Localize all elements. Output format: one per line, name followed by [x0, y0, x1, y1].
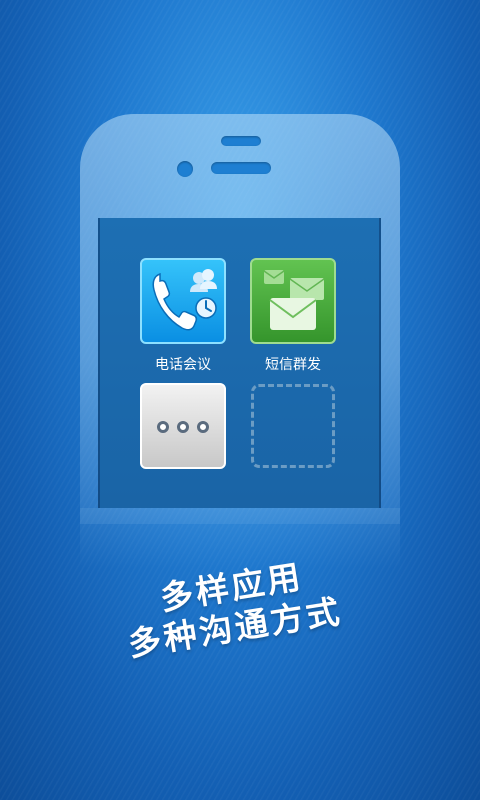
more-dots-icon: [142, 421, 224, 433]
group-sms-app[interactable]: [250, 258, 336, 344]
dot: [177, 421, 189, 433]
dot: [157, 421, 169, 433]
empty-app-slot[interactable]: [251, 384, 335, 468]
phone-speaker: [211, 162, 271, 174]
dot: [197, 421, 209, 433]
phone-earpiece: [221, 136, 261, 146]
phone-conference-label: 电话会议: [155, 357, 211, 373]
phone-camera: [177, 161, 193, 177]
phone-conference-app[interactable]: [140, 258, 226, 344]
envelope-icon: [263, 270, 325, 330]
more-app[interactable]: [140, 383, 226, 469]
phone-conference-icon: [152, 269, 217, 331]
group-sms-label: 短信群发: [265, 357, 321, 373]
